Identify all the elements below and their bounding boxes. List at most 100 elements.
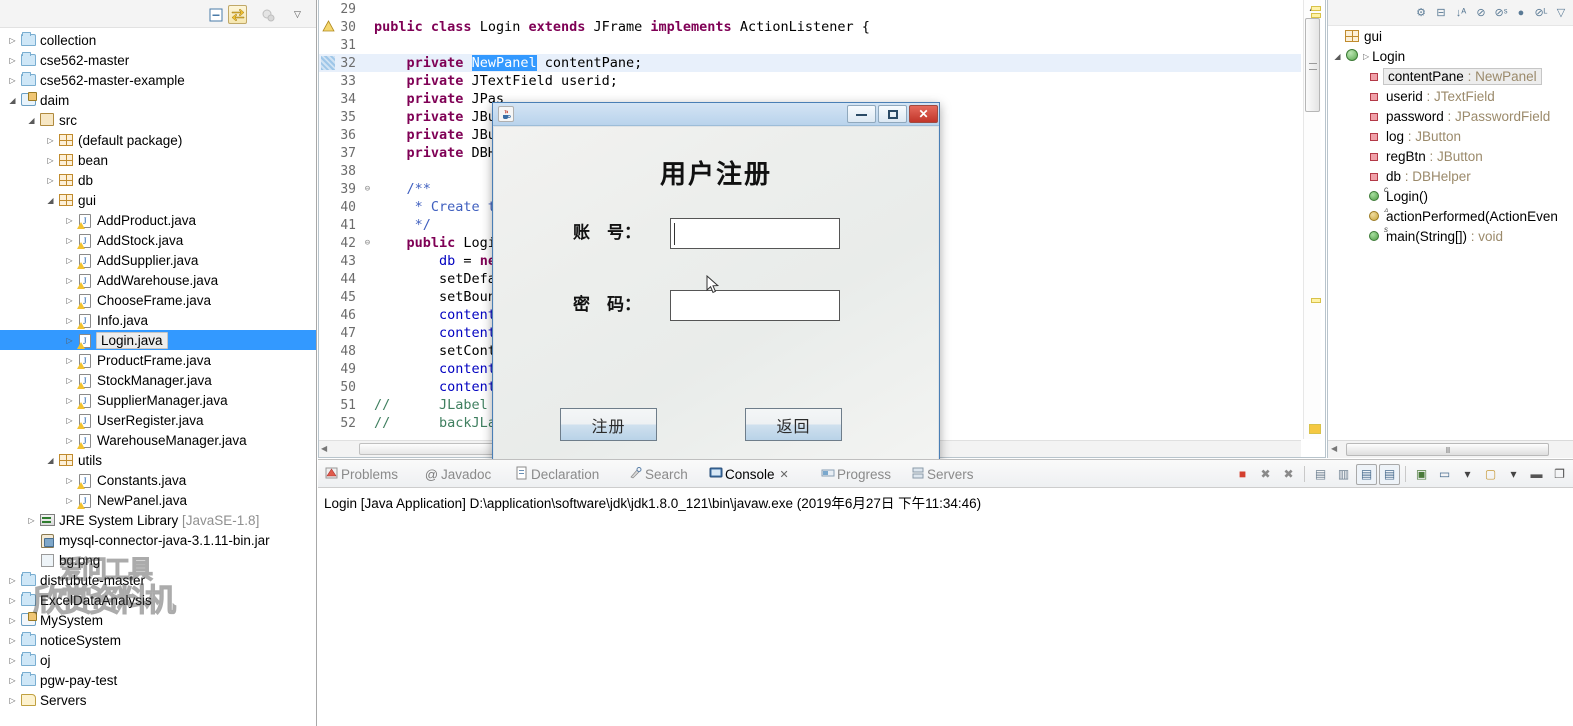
tree-item-info-java[interactable]: ▷ Info.java: [0, 310, 316, 330]
tree-item-cse562-master-example[interactable]: ▷ cse562-master-example: [0, 70, 316, 90]
tree-item-productframe-java[interactable]: ▷ ProductFrame.java: [0, 350, 316, 370]
close-tab-icon[interactable]: ✕: [780, 468, 789, 481]
tree-expander[interactable]: ▷: [6, 696, 19, 705]
tree-expander[interactable]: ▷: [63, 376, 76, 385]
outline-item-contentpane[interactable]: contentPane : NewPanel: [1328, 66, 1573, 86]
tree-item-bean[interactable]: ▷ bean: [0, 150, 316, 170]
outline-item-userid[interactable]: userid : JTextField: [1328, 86, 1573, 106]
tree-item-daim[interactable]: ◢ daim: [0, 90, 316, 110]
tab-search[interactable]: Search: [626, 460, 688, 488]
tab-javadoc[interactable]: @ Javadoc: [422, 460, 491, 488]
register-button[interactable]: 注册: [560, 408, 657, 441]
tree-expander[interactable]: ▷: [6, 36, 19, 45]
show-console-on-output-icon[interactable]: ▤: [1356, 463, 1377, 485]
scroll-lock-icon[interactable]: ▥: [1333, 464, 1354, 485]
outline-hscroll-left-arrow[interactable]: ◀: [1331, 444, 1337, 453]
collapse-all-icon[interactable]: [206, 5, 225, 24]
outline-item-password[interactable]: password : JPasswordField: [1328, 106, 1573, 126]
dialog-close-button[interactable]: ✕: [909, 105, 938, 123]
tree-expander[interactable]: ◢: [6, 96, 19, 105]
tree-expander[interactable]: ▷: [6, 616, 19, 625]
tree-expander[interactable]: ▷: [44, 176, 57, 185]
show-console-on-error-icon[interactable]: ▤: [1379, 463, 1400, 485]
tree-expander[interactable]: ◢: [25, 116, 38, 125]
tab-console[interactable]: Console ✕: [706, 460, 789, 488]
tree-expander[interactable]: ▷: [63, 236, 76, 245]
tree-expander[interactable]: ◢: [44, 456, 57, 465]
outline-item-actionperformed-actioneven[interactable]: ▵ actionPerformed(ActionEven: [1328, 205, 1573, 226]
back-button[interactable]: 返回: [745, 408, 842, 441]
outline-expander[interactable]: ◢: [1332, 52, 1343, 61]
hide-static-icon[interactable]: ⊘ˢ: [1491, 3, 1511, 23]
tree-expander[interactable]: ▷: [63, 356, 76, 365]
clear-console-icon[interactable]: ▤: [1310, 464, 1331, 485]
tree-item-addwarehouse-java[interactable]: ▷ AddWarehouse.java: [0, 270, 316, 290]
tree-expander[interactable]: ▷: [6, 676, 19, 685]
minimize-icon[interactable]: ▬: [1526, 464, 1547, 485]
outline-item-regbtn[interactable]: regBtn : JButton: [1328, 146, 1573, 166]
tree-item-addproduct-java[interactable]: ▷ AddProduct.java: [0, 210, 316, 230]
console-output[interactable]: Login [Java Application] D:\application\…: [318, 488, 1573, 726]
hide-fields-icon[interactable]: ⊘: [1471, 3, 1491, 23]
view-menu-icon[interactable]: ▽: [288, 5, 307, 24]
terminate-icon[interactable]: ■: [1232, 464, 1253, 485]
editor-vertical-scrollbar[interactable]: ▲ ▼: [1303, 0, 1321, 439]
tree-item-bg-png[interactable]: bg.png: [0, 550, 316, 570]
account-input[interactable]: [670, 218, 840, 249]
tree-item-chooseframe-java[interactable]: ▷ ChooseFrame.java: [0, 290, 316, 310]
maximize-icon[interactable]: ❐: [1549, 464, 1570, 485]
display-selected-console-menu-icon[interactable]: ▾: [1457, 464, 1478, 485]
tree-item-warehousemanager-java[interactable]: ▷ WarehouseManager.java: [0, 430, 316, 450]
collapse-all-icon[interactable]: ⊟: [1431, 3, 1451, 23]
tree-expander[interactable]: ◢: [44, 196, 57, 205]
tree-expander[interactable]: ▷: [63, 476, 76, 485]
tree-item-mysql-connector-java-3-1-11-bin-jar[interactable]: mysql-connector-java-3.1.11-bin.jar: [0, 530, 316, 550]
focus-on-active-task-icon[interactable]: [258, 5, 277, 24]
tree-item-suppliermanager-java[interactable]: ▷ SupplierManager.java: [0, 390, 316, 410]
tree-expander[interactable]: ▷: [63, 256, 76, 265]
tree-item-src[interactable]: ◢ src: [0, 110, 316, 130]
tree-item-newpanel-java[interactable]: ▷ NewPanel.java: [0, 490, 316, 510]
tree-item-addstock-java[interactable]: ▷ AddStock.java: [0, 230, 316, 250]
tree-item-gui[interactable]: ◢ gui: [0, 190, 316, 210]
tree-expander[interactable]: ▷: [63, 496, 76, 505]
tree-expander[interactable]: ▷: [6, 576, 19, 585]
focus-icon[interactable]: ⚙: [1411, 3, 1431, 23]
tree-item-cse562-master[interactable]: ▷ cse562-master: [0, 50, 316, 70]
outline-item-login[interactable]: ◢ ▷ Login: [1328, 46, 1573, 66]
outline-scrollbar-thumb[interactable]: [1346, 443, 1549, 456]
tab-servers[interactable]: Servers: [908, 460, 974, 488]
open-console-icon[interactable]: ▢: [1480, 464, 1501, 485]
open-console-menu-icon[interactable]: ▾: [1503, 464, 1524, 485]
tree-expander[interactable]: ▷: [6, 76, 19, 85]
tab-progress[interactable]: Progress: [818, 460, 891, 488]
fold-marker[interactable]: ⊖: [361, 234, 374, 252]
outline-item-db[interactable]: db : DBHelper: [1328, 166, 1573, 186]
tree-expander[interactable]: ▷: [6, 656, 19, 665]
tree-item-jre-system-library[interactable]: ▷ JRE System Library [JavaSE-1.8]: [0, 510, 316, 530]
tree-item-oj[interactable]: ▷ oj: [0, 650, 316, 670]
tree-item-exceldataanalysis[interactable]: ▷ ExcelDataAnalysis: [0, 590, 316, 610]
tab-problems[interactable]: Problems: [322, 460, 398, 488]
tree-expander[interactable]: ▷: [63, 436, 76, 445]
tree-item-stockmanager-java[interactable]: ▷ StockManager.java: [0, 370, 316, 390]
overview-marker[interactable]: [1311, 13, 1321, 18]
dialog-minimize-button[interactable]: [847, 105, 876, 123]
password-input[interactable]: [670, 290, 840, 321]
tree-expander[interactable]: ▷: [44, 136, 57, 145]
tree-item-pgw-pay-test[interactable]: ▷ pgw-pay-test: [0, 670, 316, 690]
hscroll-left-arrow[interactable]: ◀: [321, 444, 327, 453]
fold-marker[interactable]: ⊖: [361, 180, 374, 198]
tree-expander[interactable]: ▷: [63, 296, 76, 305]
hide-local-types-icon[interactable]: ⊘ᴸ: [1531, 3, 1551, 23]
tree-item-servers[interactable]: ▷ Servers: [0, 690, 316, 710]
tree-expander[interactable]: ▷: [44, 156, 57, 165]
tree-item-default-package[interactable]: ▷ (default package): [0, 130, 316, 150]
display-selected-console-icon[interactable]: ▭: [1434, 464, 1455, 485]
tree-item-userregister-java[interactable]: ▷ UserRegister.java: [0, 410, 316, 430]
sort-icon[interactable]: ↓ᴬ: [1451, 3, 1471, 23]
overview-marker[interactable]: [1311, 6, 1321, 11]
tree-expander[interactable]: ▷: [25, 516, 38, 525]
tree-item-utils[interactable]: ◢ utils: [0, 450, 316, 470]
tree-item-collection[interactable]: ▷ collection: [0, 30, 316, 50]
